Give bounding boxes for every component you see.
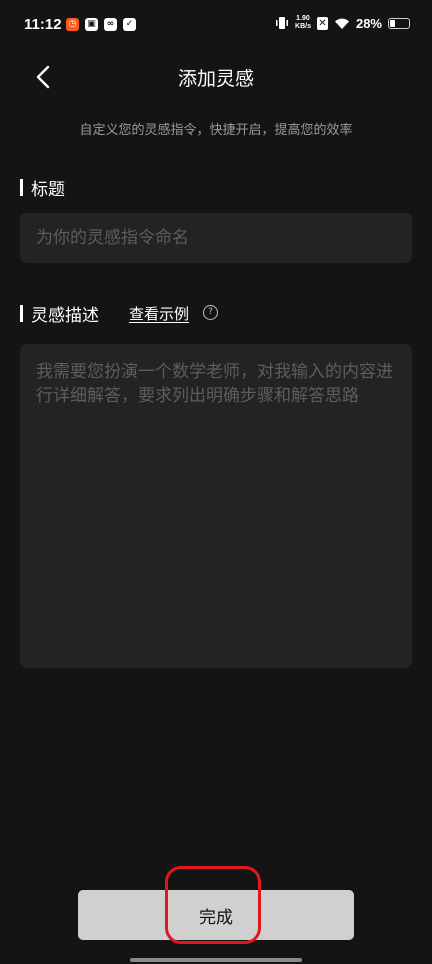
status-time: 11:12 <box>24 16 62 33</box>
done-button[interactable]: 完成 <box>78 890 354 940</box>
battery-percent: 28% <box>355 15 382 31</box>
description-label-text: 灵感描述 <box>31 306 99 326</box>
page-subtitle: 自定义您的灵感指令，快捷开启，提高您的效率 <box>79 123 353 138</box>
description-section-label: 灵感描述 <box>20 301 99 326</box>
description-input[interactable] <box>20 344 412 668</box>
view-example-link[interactable]: 查看示例 <box>129 303 189 324</box>
app-notification-icon: ◷ <box>66 18 79 31</box>
network-speed: 1.90 KB/s <box>295 15 311 31</box>
home-indicator-bar[interactable] <box>130 958 302 962</box>
shop-notification-icon: ▣ <box>85 18 98 31</box>
title-input[interactable] <box>20 213 412 263</box>
title-label-text: 标题 <box>31 180 65 200</box>
wifi-icon <box>334 18 349 29</box>
network-speed-unit: KB/s <box>295 23 311 30</box>
title-section-label: 标题 <box>20 175 65 200</box>
no-sim-icon: ✕ <box>316 16 328 30</box>
battery-fill <box>390 19 395 27</box>
section-marker-bar <box>20 179 23 196</box>
page-title: 添加灵感 <box>177 68 254 90</box>
vibrate-icon <box>276 17 289 29</box>
status-bar: 11:12 ◷ ▣ ∞ ✓ 1.90 KB/s ✕ 28% <box>0 0 432 52</box>
message-notification-icon: ✓ <box>123 18 136 31</box>
battery-icon <box>388 17 410 29</box>
link-notification-icon: ∞ <box>104 18 117 31</box>
help-question-icon[interactable]: ? <box>203 305 218 320</box>
network-speed-value: 1.90 <box>296 15 310 22</box>
status-right: 1.90 KB/s ✕ 28% <box>275 15 410 31</box>
section-marker-bar <box>20 305 23 322</box>
notification-icons: ◷ ▣ ∞ ✓ <box>66 18 136 31</box>
